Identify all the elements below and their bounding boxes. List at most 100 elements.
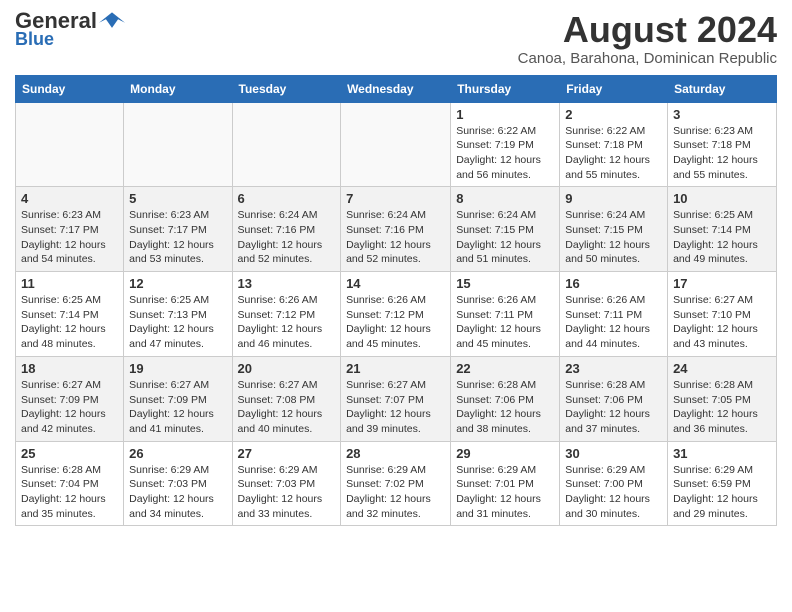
day-number: 18 — [21, 361, 118, 376]
day-number: 8 — [456, 191, 554, 206]
calendar-week-row: 4 Sunrise: 6:23 AM Sunset: 7:17 PM Daylig… — [16, 187, 777, 272]
col-monday: Monday — [124, 75, 232, 102]
table-row: 6 Sunrise: 6:24 AM Sunset: 7:16 PM Daylig… — [232, 187, 341, 272]
calendar-week-row: 18 Sunrise: 6:27 AM Sunset: 7:09 PM Dayli… — [16, 356, 777, 441]
day-info: Sunrise: 6:28 AM Sunset: 7:06 PM Dayligh… — [456, 378, 554, 437]
day-info: Sunrise: 6:22 AM Sunset: 7:18 PM Dayligh… — [565, 124, 662, 183]
table-row — [232, 102, 341, 187]
day-number: 31 — [673, 446, 771, 461]
table-row: 12Sunrise: 6:25 AM Sunset: 7:13 PM Dayli… — [124, 272, 232, 357]
table-row — [341, 102, 451, 187]
table-row: 15 Sunrise: 6:26 AM Sunset: 7:11 PM Dayli… — [451, 272, 560, 357]
day-number: 11 — [21, 276, 118, 291]
table-row: 18 Sunrise: 6:27 AM Sunset: 7:09 PM Dayli… — [16, 356, 124, 441]
calendar-week-row: 1 Sunrise: 6:22 AM Sunset: 7:19 PM Daylig… — [16, 102, 777, 187]
day-info: Sunrise: 6:29 AM Sunset: 6:59 PM Dayligh… — [673, 463, 771, 522]
day-info: Sunrise: 6:26 AM Sunset: 7:11 PM Dayligh… — [456, 293, 554, 352]
table-row: 9Sunrise: 6:24 AM Sunset: 7:15 PM Daylig… — [560, 187, 668, 272]
day-info: Sunrise: 6:24 AM Sunset: 7:15 PM Dayligh… — [456, 208, 554, 267]
col-tuesday: Tuesday — [232, 75, 341, 102]
day-number: 2 — [565, 107, 662, 122]
table-row: 24 Sunrise: 6:28 AM Sunset: 7:05 PM Dayli… — [668, 356, 777, 441]
day-number: 4 — [21, 191, 118, 206]
table-row: 1 Sunrise: 6:22 AM Sunset: 7:19 PM Daylig… — [451, 102, 560, 187]
table-row: 22 Sunrise: 6:28 AM Sunset: 7:06 PM Dayli… — [451, 356, 560, 441]
day-number: 13 — [238, 276, 336, 291]
day-info: Sunrise: 6:26 AM Sunset: 7:12 PM Dayligh… — [238, 293, 336, 352]
table-row — [16, 102, 124, 187]
table-row: 21 Sunrise: 6:27 AM Sunset: 7:07 PM Dayli… — [341, 356, 451, 441]
location: Canoa, Barahona, Dominican Republic — [518, 50, 777, 67]
day-number: 23 — [565, 361, 662, 376]
calendar-week-row: 11 Sunrise: 6:25 AM Sunset: 7:14 PM Dayli… — [16, 272, 777, 357]
table-row: 3 Sunrise: 6:23 AM Sunset: 7:18 PM Daylig… — [668, 102, 777, 187]
month-year: August 2024 — [518, 10, 777, 50]
day-info: Sunrise: 6:29 AM Sunset: 7:03 PM Dayligh… — [129, 463, 226, 522]
table-row: 14 Sunrise: 6:26 AM Sunset: 7:12 PM Dayli… — [341, 272, 451, 357]
day-number: 15 — [456, 276, 554, 291]
table-row: 25 Sunrise: 6:28 AM Sunset: 7:04 PM Dayli… — [16, 441, 124, 526]
day-number: 24 — [673, 361, 771, 376]
day-info: Sunrise: 6:27 AM Sunset: 7:09 PM Dayligh… — [21, 378, 118, 437]
day-info: Sunrise: 6:26 AM Sunset: 7:12 PM Dayligh… — [346, 293, 445, 352]
table-row: 26 Sunrise: 6:29 AM Sunset: 7:03 PM Dayli… — [124, 441, 232, 526]
day-number: 28 — [346, 446, 445, 461]
table-row: 7 Sunrise: 6:24 AM Sunset: 7:16 PM Daylig… — [341, 187, 451, 272]
day-number: 26 — [129, 446, 226, 461]
day-number: 1 — [456, 107, 554, 122]
day-info: Sunrise: 6:25 AM Sunset: 7:14 PM Dayligh… — [21, 293, 118, 352]
day-info: Sunrise: 6:23 AM Sunset: 7:18 PM Dayligh… — [673, 124, 771, 183]
day-info: Sunrise: 6:28 AM Sunset: 7:06 PM Dayligh… — [565, 378, 662, 437]
col-wednesday: Wednesday — [341, 75, 451, 102]
day-number: 17 — [673, 276, 771, 291]
calendar-week-row: 25 Sunrise: 6:28 AM Sunset: 7:04 PM Dayli… — [16, 441, 777, 526]
day-number: 16 — [565, 276, 662, 291]
table-row: 5Sunrise: 6:23 AM Sunset: 7:17 PM Daylig… — [124, 187, 232, 272]
day-number: 21 — [346, 361, 445, 376]
day-info: Sunrise: 6:25 AM Sunset: 7:14 PM Dayligh… — [673, 208, 771, 267]
table-row: 27Sunrise: 6:29 AM Sunset: 7:03 PM Dayli… — [232, 441, 341, 526]
col-sunday: Sunday — [16, 75, 124, 102]
table-row: 19Sunrise: 6:27 AM Sunset: 7:09 PM Dayli… — [124, 356, 232, 441]
calendar-table: Sunday Monday Tuesday Wednesday Thursday… — [15, 75, 777, 527]
day-info: Sunrise: 6:27 AM Sunset: 7:08 PM Dayligh… — [238, 378, 336, 437]
day-number: 20 — [238, 361, 336, 376]
day-number: 27 — [238, 446, 336, 461]
title-area: August 2024 Canoa, Barahona, Dominican R… — [518, 10, 777, 67]
calendar-header-row: Sunday Monday Tuesday Wednesday Thursday… — [16, 75, 777, 102]
day-info: Sunrise: 6:27 AM Sunset: 7:07 PM Dayligh… — [346, 378, 445, 437]
table-row: 28 Sunrise: 6:29 AM Sunset: 7:02 PM Dayli… — [341, 441, 451, 526]
table-row: 10Sunrise: 6:25 AM Sunset: 7:14 PM Dayli… — [668, 187, 777, 272]
day-number: 3 — [673, 107, 771, 122]
logo: General Blue — [15, 10, 125, 48]
day-info: Sunrise: 6:29 AM Sunset: 7:01 PM Dayligh… — [456, 463, 554, 522]
day-number: 9 — [565, 191, 662, 206]
table-row: 13 Sunrise: 6:26 AM Sunset: 7:12 PM Dayli… — [232, 272, 341, 357]
day-info: Sunrise: 6:23 AM Sunset: 7:17 PM Dayligh… — [129, 208, 226, 267]
day-number: 22 — [456, 361, 554, 376]
table-row: 20 Sunrise: 6:27 AM Sunset: 7:08 PM Dayli… — [232, 356, 341, 441]
table-row: 2 Sunrise: 6:22 AM Sunset: 7:18 PM Daylig… — [560, 102, 668, 187]
col-thursday: Thursday — [451, 75, 560, 102]
col-saturday: Saturday — [668, 75, 777, 102]
table-row: 31 Sunrise: 6:29 AM Sunset: 6:59 PM Dayli… — [668, 441, 777, 526]
day-info: Sunrise: 6:28 AM Sunset: 7:05 PM Dayligh… — [673, 378, 771, 437]
day-number: 29 — [456, 446, 554, 461]
table-row: 30Sunrise: 6:29 AM Sunset: 7:00 PM Dayli… — [560, 441, 668, 526]
day-info: Sunrise: 6:22 AM Sunset: 7:19 PM Dayligh… — [456, 124, 554, 183]
day-number: 6 — [238, 191, 336, 206]
day-info: Sunrise: 6:29 AM Sunset: 7:00 PM Dayligh… — [565, 463, 662, 522]
day-number: 7 — [346, 191, 445, 206]
table-row: 29 Sunrise: 6:29 AM Sunset: 7:01 PM Dayli… — [451, 441, 560, 526]
day-number: 25 — [21, 446, 118, 461]
day-info: Sunrise: 6:29 AM Sunset: 7:02 PM Dayligh… — [346, 463, 445, 522]
table-row: 11 Sunrise: 6:25 AM Sunset: 7:14 PM Dayli… — [16, 272, 124, 357]
day-info: Sunrise: 6:24 AM Sunset: 7:16 PM Dayligh… — [238, 208, 336, 267]
day-number: 19 — [129, 361, 226, 376]
day-info: Sunrise: 6:25 AM Sunset: 7:13 PM Dayligh… — [129, 293, 226, 352]
day-info: Sunrise: 6:24 AM Sunset: 7:16 PM Dayligh… — [346, 208, 445, 267]
day-number: 14 — [346, 276, 445, 291]
col-friday: Friday — [560, 75, 668, 102]
day-info: Sunrise: 6:28 AM Sunset: 7:04 PM Dayligh… — [21, 463, 118, 522]
header: General Blue August 2024 Canoa, Barahona… — [15, 10, 777, 67]
